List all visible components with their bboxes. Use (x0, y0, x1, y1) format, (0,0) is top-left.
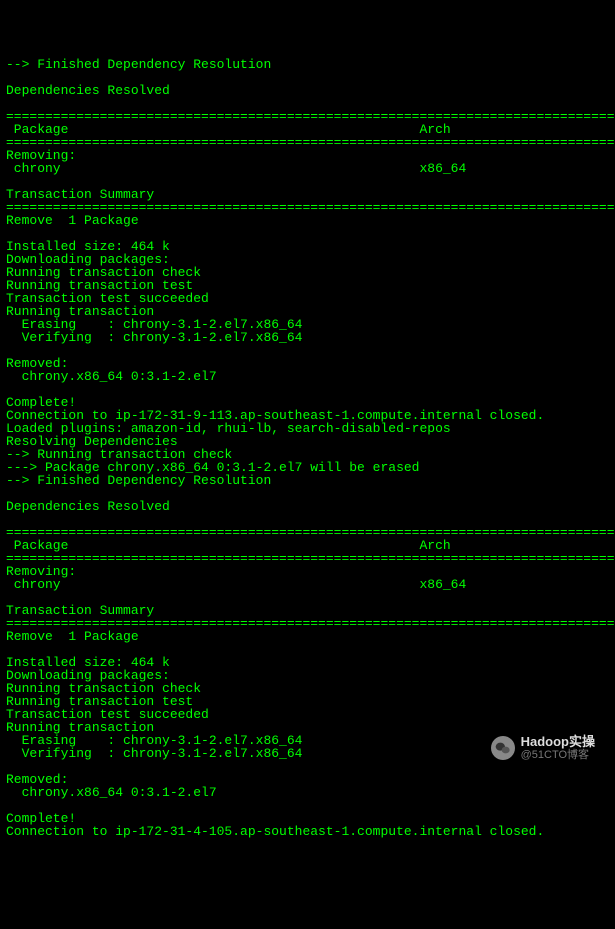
watermark-footer: Hadoop实操 @51CTO博客 (491, 735, 595, 761)
terminal-line: Complete! (6, 812, 609, 825)
terminal-line: --> Finished Dependency Resolution (6, 58, 609, 71)
terminal-line: Connection to ip-172-31-4-105.ap-southea… (6, 825, 609, 838)
terminal-line: Removed: (6, 773, 609, 786)
terminal-line: chrony x86_64 (6, 162, 609, 175)
wechat-icon (491, 736, 515, 760)
terminal-line: ========================================… (6, 552, 609, 565)
terminal-line: chrony.x86_64 0:3.1-2.el7 (6, 786, 609, 799)
watermark-subtitle: @51CTO博客 (521, 749, 595, 761)
terminal-line: Verifying : chrony-3.1-2.el7.x86_64 (6, 331, 609, 344)
terminal-line: ========================================… (6, 136, 609, 149)
watermark-title: Hadoop实操 (521, 735, 595, 749)
terminal-line (6, 799, 609, 812)
terminal-line (6, 383, 609, 396)
terminal-line: Remove 1 Package (6, 630, 609, 643)
terminal-line: Dependencies Resolved (6, 84, 609, 97)
watermark-text: Hadoop实操 @51CTO博客 (521, 735, 595, 761)
terminal-line: Remove 1 Package (6, 214, 609, 227)
terminal-line: chrony x86_64 (6, 578, 609, 591)
terminal-line: --> Finished Dependency Resolution (6, 474, 609, 487)
terminal-output: --> Finished Dependency Resolution Depend… (6, 58, 609, 838)
terminal-line: Dependencies Resolved (6, 500, 609, 513)
terminal-line (6, 760, 609, 773)
terminal-line: chrony.x86_64 0:3.1-2.el7 (6, 370, 609, 383)
terminal-line (6, 344, 609, 357)
